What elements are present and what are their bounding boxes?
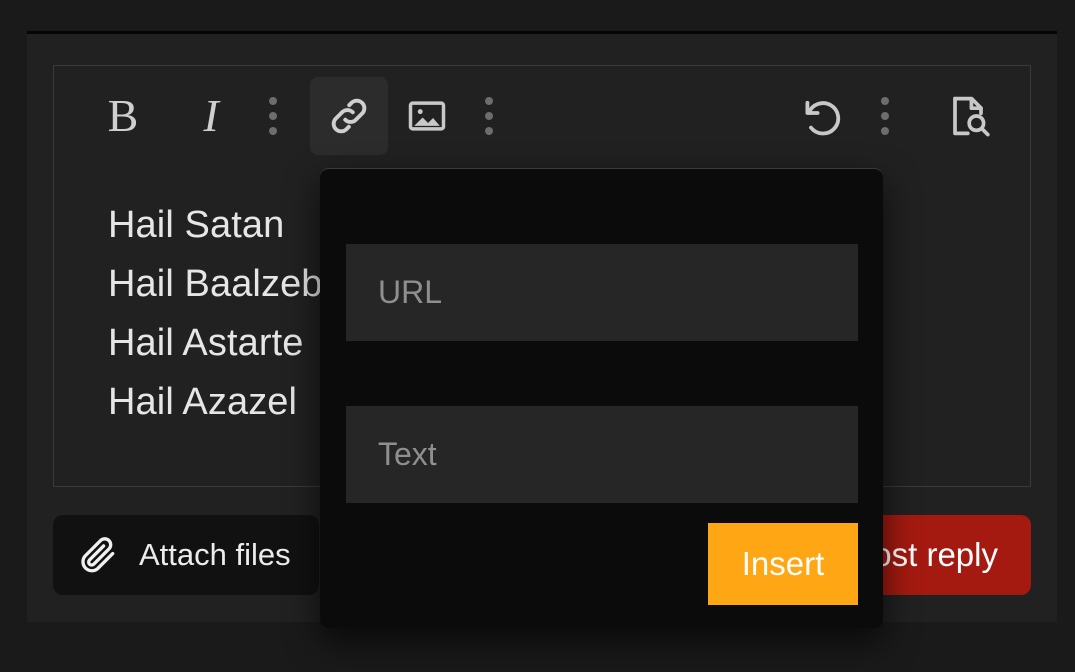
text-overflow-menu[interactable] [250, 77, 296, 155]
insert-link-button[interactable] [310, 77, 388, 155]
italic-label: I [203, 93, 218, 139]
insert-button[interactable]: Insert [708, 523, 858, 605]
insert-link-dialog: URL Text Insert [320, 168, 883, 628]
dot [485, 112, 493, 120]
bold-label: B [108, 93, 139, 139]
preview-button[interactable] [930, 77, 1008, 155]
dot [881, 97, 889, 105]
attach-files-button[interactable]: Attach files [53, 515, 319, 595]
dot [485, 97, 493, 105]
dot [269, 127, 277, 135]
attach-files-label: Attach files [139, 537, 291, 573]
document-search-icon [945, 92, 993, 140]
insert-button-label: Insert [742, 545, 825, 583]
italic-button[interactable]: I [172, 77, 250, 155]
image-icon [405, 94, 449, 138]
url-input[interactable]: URL [346, 244, 858, 341]
editor-toolbar: B I [54, 66, 1030, 166]
dot [485, 127, 493, 135]
url-input-placeholder: URL [378, 274, 442, 311]
dot [269, 112, 277, 120]
undo-button[interactable] [784, 77, 862, 155]
bold-button[interactable]: B [84, 77, 162, 155]
undo-icon [799, 92, 847, 140]
insert-overflow-menu[interactable] [466, 77, 512, 155]
text-input-placeholder: Text [378, 436, 437, 473]
insert-image-button[interactable] [388, 77, 466, 155]
paperclip-icon [77, 534, 119, 576]
link-icon [324, 91, 374, 141]
history-overflow-menu[interactable] [862, 77, 908, 155]
text-input[interactable]: Text [346, 406, 858, 503]
app-root: B I [0, 0, 1075, 672]
dot [881, 112, 889, 120]
dot [881, 127, 889, 135]
dot [269, 97, 277, 105]
